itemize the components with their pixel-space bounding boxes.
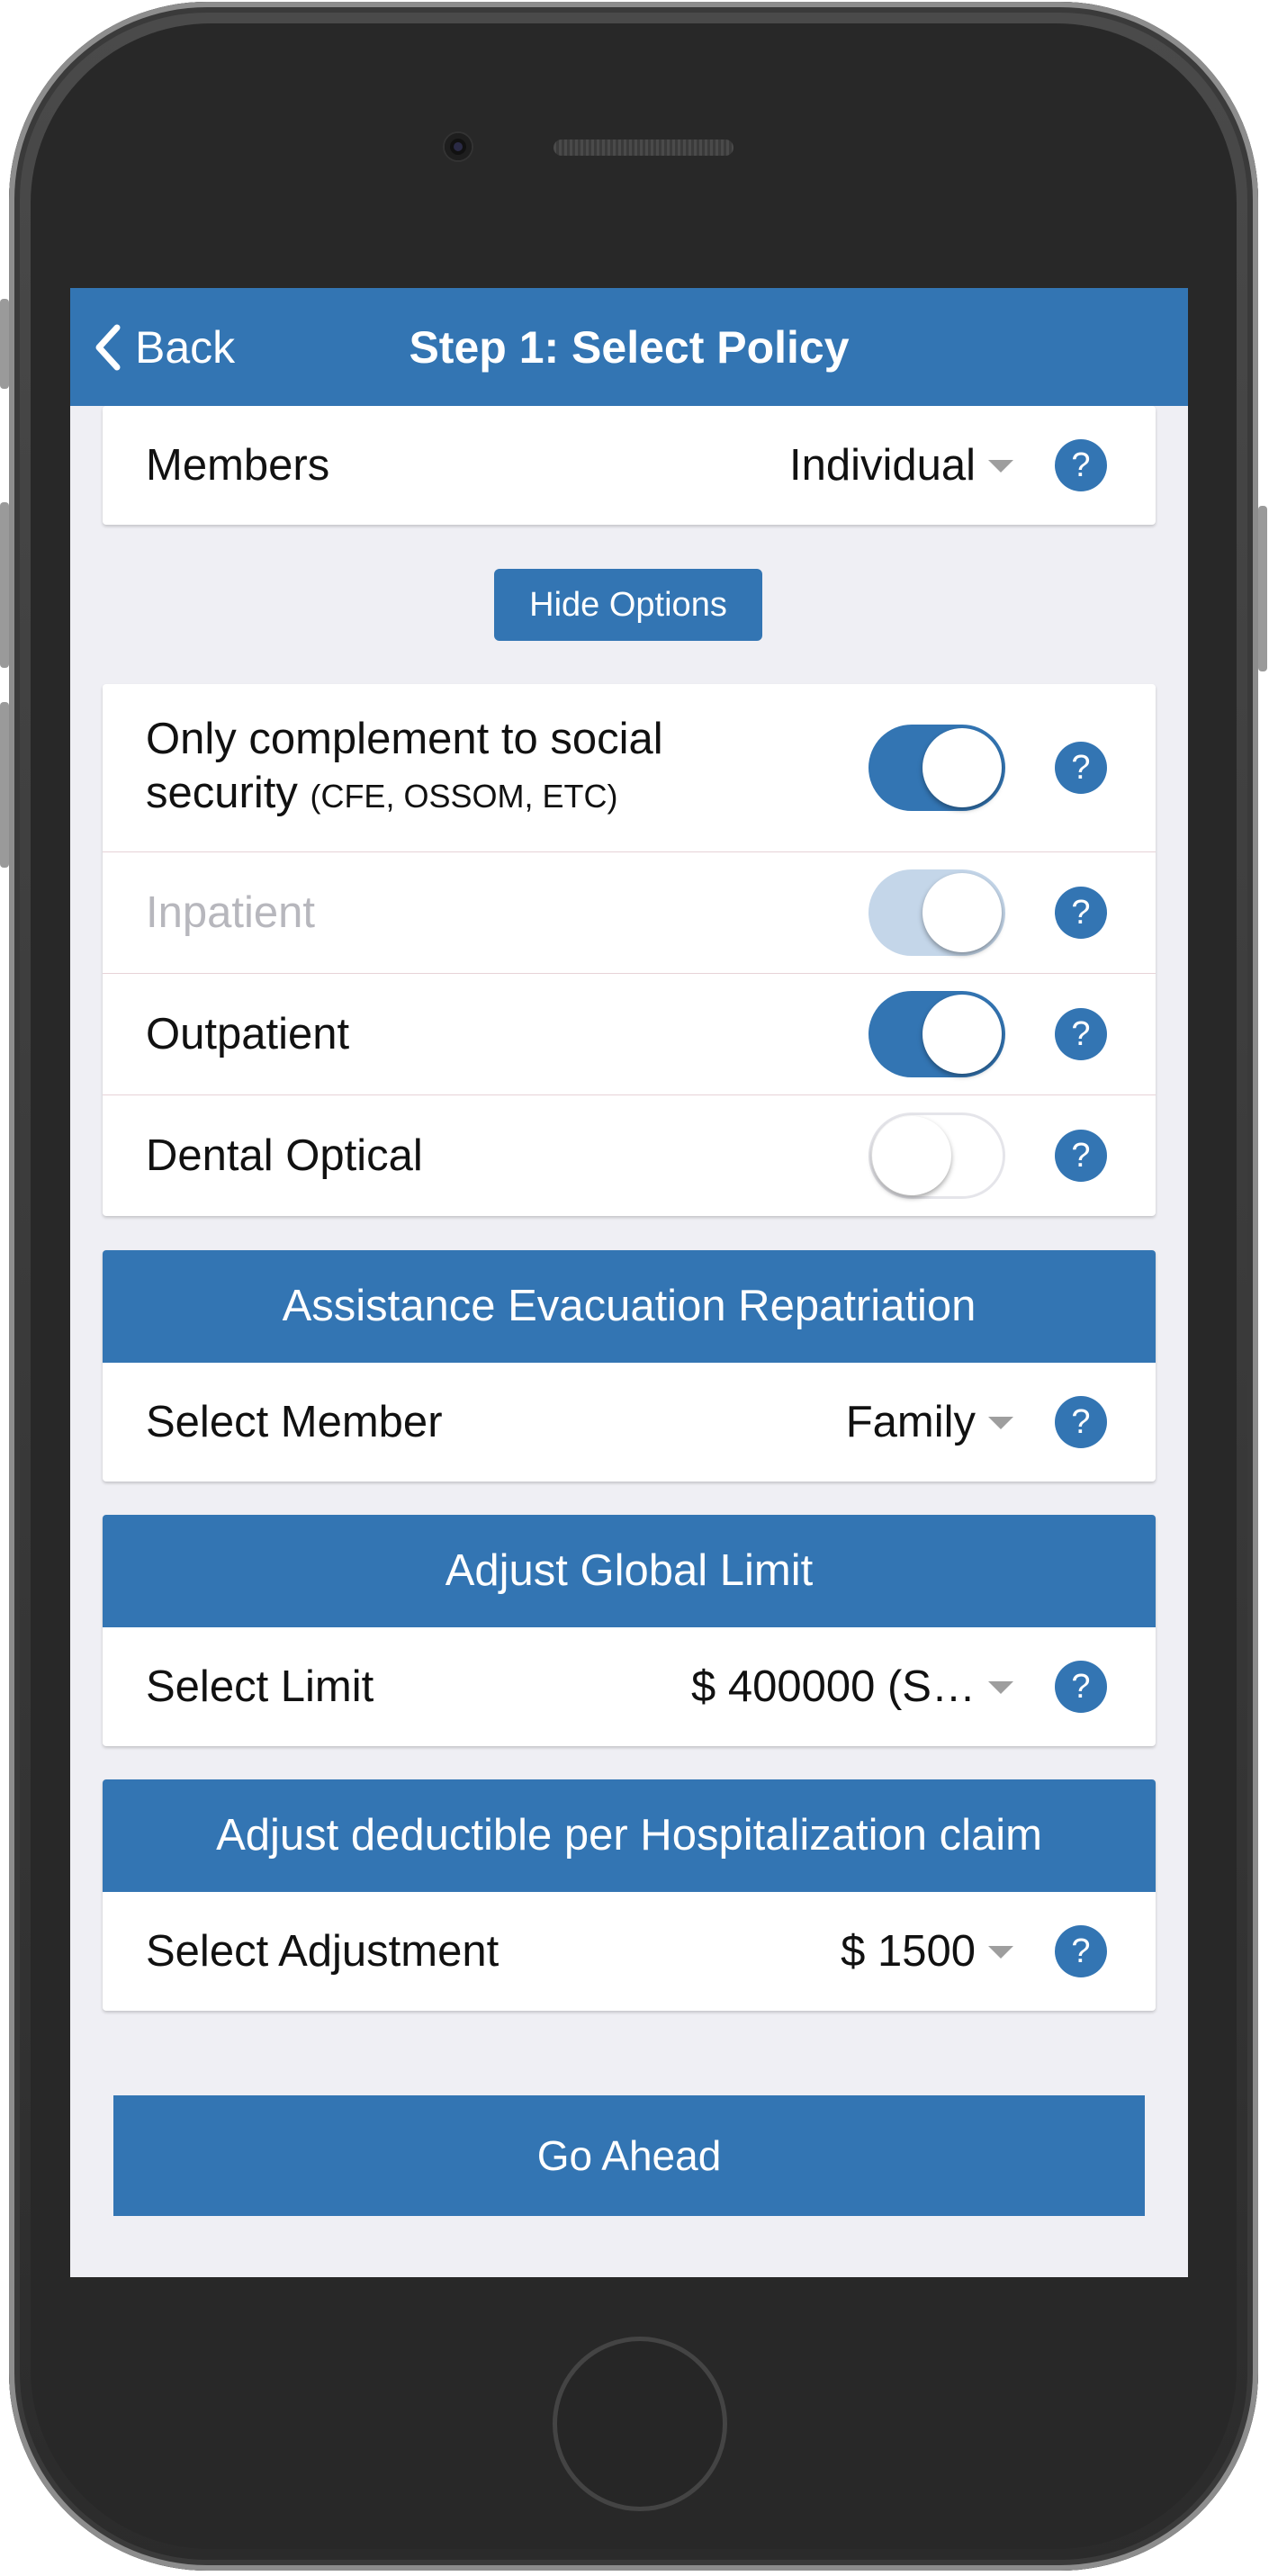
- select-limit-dropdown[interactable]: $ 400000 (S…: [691, 1662, 976, 1712]
- help-icon[interactable]: ?: [1055, 1130, 1107, 1182]
- inpatient-toggle: [868, 869, 1005, 956]
- home-button[interactable]: [553, 2337, 727, 2511]
- assistance-card: Assistance Evacuation Repatriation Selec…: [103, 1250, 1156, 1482]
- dental-optical-row: Dental Optical ?: [103, 1094, 1156, 1216]
- go-ahead-button[interactable]: Go Ahead: [113, 2095, 1145, 2216]
- navigation-bar: Back Step 1: Select Policy: [70, 288, 1188, 406]
- dropdown-caret-icon: [988, 1417, 1013, 1429]
- volume-down-button: [0, 702, 9, 868]
- mute-switch: [0, 299, 9, 389]
- help-icon[interactable]: ?: [1055, 1925, 1107, 1977]
- dropdown-caret-icon: [988, 460, 1013, 473]
- page-title: Step 1: Select Policy: [409, 322, 850, 373]
- select-member-row: Select Member Family ?: [103, 1363, 1156, 1482]
- toggle-knob: [922, 873, 1002, 952]
- assistance-header: Assistance Evacuation Repatriation: [103, 1250, 1156, 1363]
- deductible-header: Adjust deductible per Hospitalization cl…: [103, 1779, 1156, 1892]
- social-security-examples: (CFE, OSSOM, ETC): [310, 778, 618, 815]
- front-camera: [445, 133, 472, 160]
- social-security-toggle[interactable]: [868, 725, 1005, 811]
- volume-up-button: [0, 502, 9, 668]
- members-row: Members Individual ?: [103, 406, 1156, 525]
- social-security-row: Only complement to social security (CFE,…: [103, 684, 1156, 851]
- coverage-options-card: Only complement to social security (CFE,…: [103, 684, 1156, 1216]
- members-card: Members Individual ?: [103, 406, 1156, 525]
- dropdown-caret-icon: [988, 1946, 1013, 1959]
- global-limit-header: Adjust Global Limit: [103, 1515, 1156, 1627]
- inpatient-row: Inpatient ?: [103, 851, 1156, 973]
- help-icon[interactable]: ?: [1055, 1396, 1107, 1448]
- hide-options-button[interactable]: Hide Options: [494, 569, 762, 641]
- earpiece-speaker: [554, 140, 734, 156]
- toggle-knob: [922, 995, 1002, 1074]
- select-adjustment-dropdown[interactable]: $ 1500: [841, 1926, 976, 1977]
- app-screen: Back Step 1: Select Policy Members Indiv…: [70, 288, 1188, 2277]
- deductible-card: Adjust deductible per Hospitalization cl…: [103, 1779, 1156, 2011]
- outpatient-row: Outpatient ?: [103, 973, 1156, 1094]
- global-limit-card: Adjust Global Limit Select Limit $ 40000…: [103, 1515, 1156, 1746]
- outpatient-toggle[interactable]: [868, 991, 1005, 1077]
- select-adjustment-row: Select Adjustment $ 1500 ?: [103, 1892, 1156, 2011]
- help-icon[interactable]: ?: [1055, 742, 1107, 794]
- select-member-dropdown[interactable]: Family: [846, 1397, 976, 1447]
- members-select[interactable]: Individual: [789, 440, 976, 491]
- help-icon[interactable]: ?: [1055, 887, 1107, 939]
- help-icon[interactable]: ?: [1055, 1008, 1107, 1060]
- dropdown-caret-icon: [988, 1681, 1013, 1694]
- help-icon[interactable]: ?: [1055, 1661, 1107, 1713]
- toggle-knob: [922, 728, 1002, 807]
- power-button: [1258, 506, 1267, 671]
- social-security-word: security: [146, 769, 298, 817]
- select-limit-row: Select Limit $ 400000 (S… ?: [103, 1627, 1156, 1746]
- dental-optical-toggle[interactable]: [868, 1112, 1005, 1199]
- help-icon[interactable]: ?: [1055, 439, 1107, 491]
- toggle-knob: [872, 1116, 951, 1195]
